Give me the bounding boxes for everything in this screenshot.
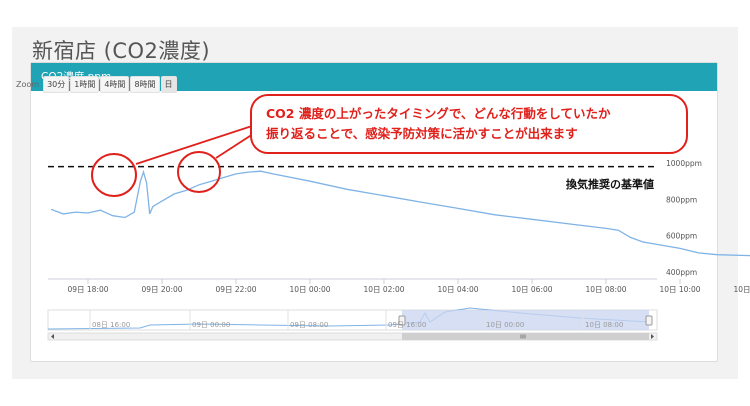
y-tick-label: 600ppm <box>666 232 697 241</box>
y-tick-label: 1000ppm <box>666 159 702 168</box>
y-tick-label: 800ppm <box>666 195 697 204</box>
highlight-circle-spike <box>91 153 137 197</box>
scrollbar-thumb[interactable] <box>402 333 649 340</box>
navigator-tick-label: 08日 16:00 <box>92 321 130 329</box>
navigator-tick-label: 09日 08:00 <box>290 321 328 329</box>
x-tick-label: 09日 20:00 <box>141 285 182 294</box>
co2-chart: 1000ppm 800ppm 600ppm 400ppm 09日 18:00 09日 2… <box>47 125 750 341</box>
navigator-tick-label: 10日 08:00 <box>585 321 623 329</box>
x-tick-label: 10日 00:00 <box>289 285 330 294</box>
y-tick-label: 400ppm <box>666 268 697 277</box>
navigator-tick-label: 09日 00:00 <box>192 321 230 329</box>
navigator-tick-label: 09日 16:00 <box>388 321 426 329</box>
callout-box: CO2 濃度の上がったタイミングで、どんな行動をしていたか 振り返ることで、感染… <box>250 94 688 154</box>
highlight-circle-peak <box>177 151 221 193</box>
x-tick-label: 09日 22:00 <box>215 285 256 294</box>
x-tick-label: 10日 06:00 <box>511 285 552 294</box>
y-axis: 1000ppm 800ppm 600ppm 400ppm <box>666 159 702 277</box>
callout-connector <box>135 125 257 165</box>
x-tick-label: 10日 04:00 <box>437 285 478 294</box>
x-axis: 09日 18:00 09日 20:00 09日 22:00 10日 00:00 10日 … <box>48 278 750 294</box>
threshold-label: 換気推奨の基準値 <box>566 177 654 191</box>
callout-line-1: CO2 濃度の上がったタイミングで、どんな行動をしていたか <box>266 106 611 121</box>
x-tick-label: 10日 12:00 <box>733 285 750 294</box>
x-tick-label: 10日 10:00 <box>659 285 700 294</box>
x-tick-label: 10日 02:00 <box>363 285 404 294</box>
x-tick-label: 09日 18:00 <box>67 285 108 294</box>
navigator[interactable]: 08日 16:00 09日 00:00 09日 08:00 09日 16:00 10日 … <box>47 307 658 341</box>
x-tick-label: 10日 08:00 <box>585 285 626 294</box>
navigator-handle-right[interactable] <box>645 315 653 326</box>
callout-line-2: 振り返ることで、感染予防対策に活かすことが出来ます <box>266 126 578 141</box>
navigator-tick-label: 10日 00:00 <box>486 321 524 329</box>
highlight-circles <box>91 151 221 197</box>
